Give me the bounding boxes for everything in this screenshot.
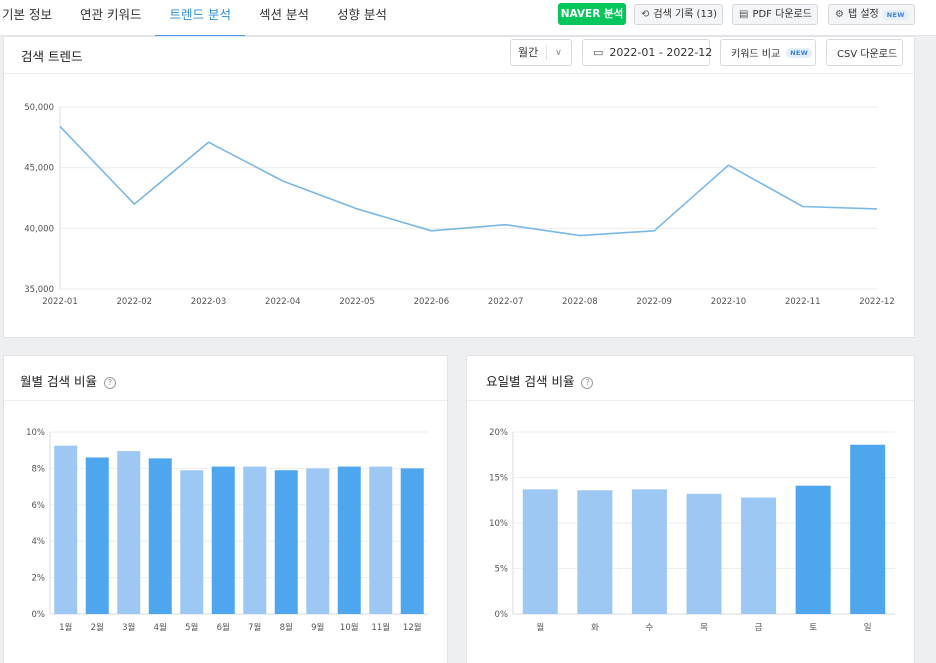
history-icon: ⟲ xyxy=(641,8,650,20)
keyword-compare-label: 키워드 비교 xyxy=(731,49,781,60)
weekday-ratio-title: 요일별 검색 비율 xyxy=(486,374,575,389)
period-select[interactable]: 월간 ∨ xyxy=(510,39,572,66)
file-icon: ▤ xyxy=(739,8,749,20)
tab-basic-info[interactable]: 기본 정보 xyxy=(0,0,66,36)
monthly-ratio-header: 월별 검색 비율? xyxy=(4,356,447,401)
search-history-label: 검색 기록 (13) xyxy=(653,9,718,20)
tab-tendency-analysis[interactable]: 성향 분석 xyxy=(323,0,401,36)
search-trend-header: 검색 트렌드 월간 ∨ ▭ 2022-01 - 2022-12 키워드 비교 N… xyxy=(4,37,914,74)
calendar-icon: ▭ xyxy=(593,46,604,59)
chevron-down-icon: ∨ xyxy=(555,47,562,58)
top-navigation-bar: 기본 정보 연관 키워드 트렌드 분석 섹션 분석 성향 분석 NAVER 분석… xyxy=(0,0,936,37)
date-range-picker[interactable]: ▭ 2022-01 - 2022-12 xyxy=(582,39,713,66)
new-badge: NEW xyxy=(882,9,909,20)
search-trend-title: 검색 트렌드 xyxy=(21,49,83,64)
tab-section-analysis[interactable]: 섹션 분석 xyxy=(245,0,323,36)
pdf-download-button[interactable]: ▤ PDF 다운로드 xyxy=(732,4,818,25)
tab-trend-analysis[interactable]: 트렌드 분석 xyxy=(155,0,246,37)
tab-related-keywords[interactable]: 연관 키워드 xyxy=(66,0,155,36)
help-icon[interactable]: ? xyxy=(581,377,594,389)
monthly-ratio-card: 월별 검색 비율? xyxy=(3,355,448,663)
naver-analysis-button[interactable]: NAVER 분석 xyxy=(558,3,626,25)
period-select-value: 월간 xyxy=(511,45,548,60)
monthly-ratio-title-wrap: 월별 검색 비율? xyxy=(20,371,116,390)
csv-download-label: CSV 다운로드 xyxy=(837,49,898,60)
gear-icon: ⚙ xyxy=(835,8,844,20)
tab-settings-button[interactable]: ⚙ 탭 설정 NEW xyxy=(828,4,915,25)
csv-download-button[interactable]: CSV 다운로드 xyxy=(826,39,903,66)
tab-settings-label: 탭 설정 xyxy=(847,9,879,20)
search-history-button[interactable]: ⟲ 검색 기록 (13) xyxy=(634,4,723,25)
help-icon[interactable]: ? xyxy=(103,377,116,389)
new-badge: NEW xyxy=(786,47,813,58)
keyword-compare-button[interactable]: 키워드 비교 NEW xyxy=(720,39,816,66)
search-trend-card: 검색 트렌드 월간 ∨ ▭ 2022-01 - 2022-12 키워드 비교 N… xyxy=(3,36,915,338)
date-range-value: 2022-01 - 2022-12 xyxy=(609,46,713,59)
weekday-ratio-card: 요일별 검색 비율? xyxy=(466,355,915,663)
pdf-download-label: PDF 다운로드 xyxy=(752,9,812,20)
weekday-ratio-title-wrap: 요일별 검색 비율? xyxy=(486,371,594,390)
weekday-ratio-header: 요일별 검색 비율? xyxy=(467,356,914,401)
tab-list: 기본 정보 연관 키워드 트렌드 분석 섹션 분석 성향 분석 xyxy=(0,0,401,37)
monthly-ratio-title: 월별 검색 비율 xyxy=(20,374,97,389)
